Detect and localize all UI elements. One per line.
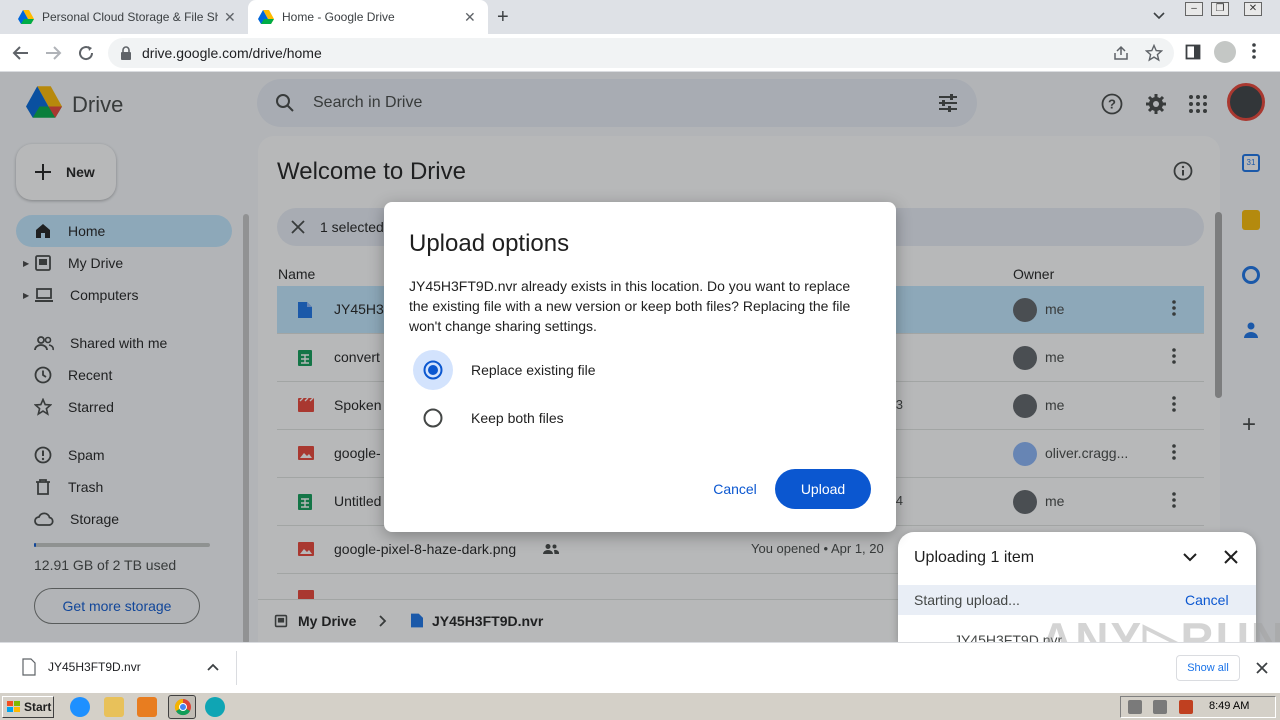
divider: [236, 651, 237, 685]
windows-logo-icon: [7, 701, 20, 712]
toast-title: Uploading 1 item: [914, 549, 1035, 566]
upload-status-text: Starting upload...: [914, 592, 1020, 608]
replace-existing-option[interactable]: Replace existing file: [413, 350, 596, 390]
start-button[interactable]: Start: [2, 696, 54, 718]
chrome-taskbar-button[interactable]: [168, 695, 196, 719]
side-panel-icon[interactable]: [1185, 44, 1201, 60]
url-text: drive.google.com/drive/home: [142, 45, 322, 61]
share-icon[interactable]: [1113, 45, 1129, 61]
restore-icon[interactable]: ❐: [1211, 2, 1229, 16]
tab-search-chevron-icon[interactable]: [1152, 8, 1166, 22]
windows-taskbar: Start 8:49 AM: [0, 692, 1280, 720]
system-clock: 8:49 AM: [1209, 700, 1250, 712]
drive-logo-icon: [18, 10, 34, 24]
browser-menu-icon[interactable]: [1252, 43, 1256, 59]
tab-title: Personal Cloud Storage & File Sharin: [42, 10, 218, 24]
dialog-message: JY45H3FT9D.nvr already exists in this lo…: [409, 278, 851, 334]
downloads-shelf: JY45H3FT9D.nvr Show all: [0, 642, 1280, 692]
dialog-title: Upload options: [409, 230, 570, 257]
collapse-chevron-icon[interactable]: [1183, 552, 1197, 562]
radio-checked-icon[interactable]: [423, 360, 443, 380]
profile-avatar-icon[interactable]: [1214, 41, 1236, 63]
chrome-icon: [174, 698, 191, 716]
radio-label: Keep both files: [471, 410, 564, 426]
cancel-button[interactable]: Cancel: [702, 469, 768, 509]
chevron-up-icon[interactable]: [207, 663, 219, 671]
edge-icon[interactable]: [205, 697, 225, 717]
forward-icon[interactable]: [44, 44, 62, 62]
show-all-button[interactable]: Show all: [1176, 655, 1240, 681]
minimize-icon[interactable]: –: [1185, 2, 1203, 16]
lock-icon: [120, 46, 132, 60]
file-icon: [22, 658, 36, 676]
media-player-icon[interactable]: [137, 697, 157, 717]
upload-button[interactable]: Upload: [775, 469, 871, 509]
reload-icon[interactable]: [77, 44, 95, 62]
bookmark-star-icon[interactable]: [1145, 44, 1163, 62]
browser-toolbar: drive.google.com/drive/home: [0, 34, 1280, 72]
keep-both-option[interactable]: Keep both files: [413, 398, 564, 438]
address-bar[interactable]: drive.google.com/drive/home: [108, 38, 1174, 68]
close-shelf-icon[interactable]: [1256, 662, 1268, 674]
radio-label: Replace existing file: [471, 362, 596, 378]
volume-icon[interactable]: [1128, 700, 1142, 714]
toast-status-bar: Starting upload... Cancel: [898, 585, 1256, 615]
folder-icon[interactable]: [104, 697, 124, 717]
radio-halo: [413, 398, 453, 438]
radio-unchecked-icon[interactable]: [423, 408, 443, 428]
close-icon[interactable]: [1224, 550, 1238, 564]
download-file-name[interactable]: JY45H3FT9D.nvr: [48, 660, 141, 674]
radio-halo: [413, 350, 453, 390]
back-icon[interactable]: [12, 44, 30, 62]
drive-logo-icon: [258, 10, 274, 24]
tab-title: Home - Google Drive: [282, 10, 395, 24]
upload-options-dialog: Upload options JY45H3FT9D.nvr already ex…: [384, 202, 896, 532]
tab-close-icon[interactable]: ✕: [224, 9, 236, 26]
tab-personal-cloud-storage[interactable]: Personal Cloud Storage & File Sharin ✕: [8, 0, 248, 34]
tab-close-icon[interactable]: ✕: [464, 9, 476, 26]
cancel-upload-button[interactable]: Cancel: [1185, 592, 1229, 608]
alert-icon[interactable]: [1179, 700, 1193, 714]
system-tray: [1120, 696, 1276, 718]
close-window-icon[interactable]: ✕: [1244, 2, 1262, 16]
ie-icon[interactable]: [70, 697, 90, 717]
network-icon[interactable]: [1153, 700, 1167, 714]
new-tab-plus-icon[interactable]: +: [497, 6, 509, 29]
browser-tab-strip: Personal Cloud Storage & File Sharin ✕ H…: [0, 0, 1280, 34]
tab-google-drive[interactable]: Home - Google Drive ✕: [248, 0, 488, 34]
start-label: Start: [24, 700, 52, 714]
